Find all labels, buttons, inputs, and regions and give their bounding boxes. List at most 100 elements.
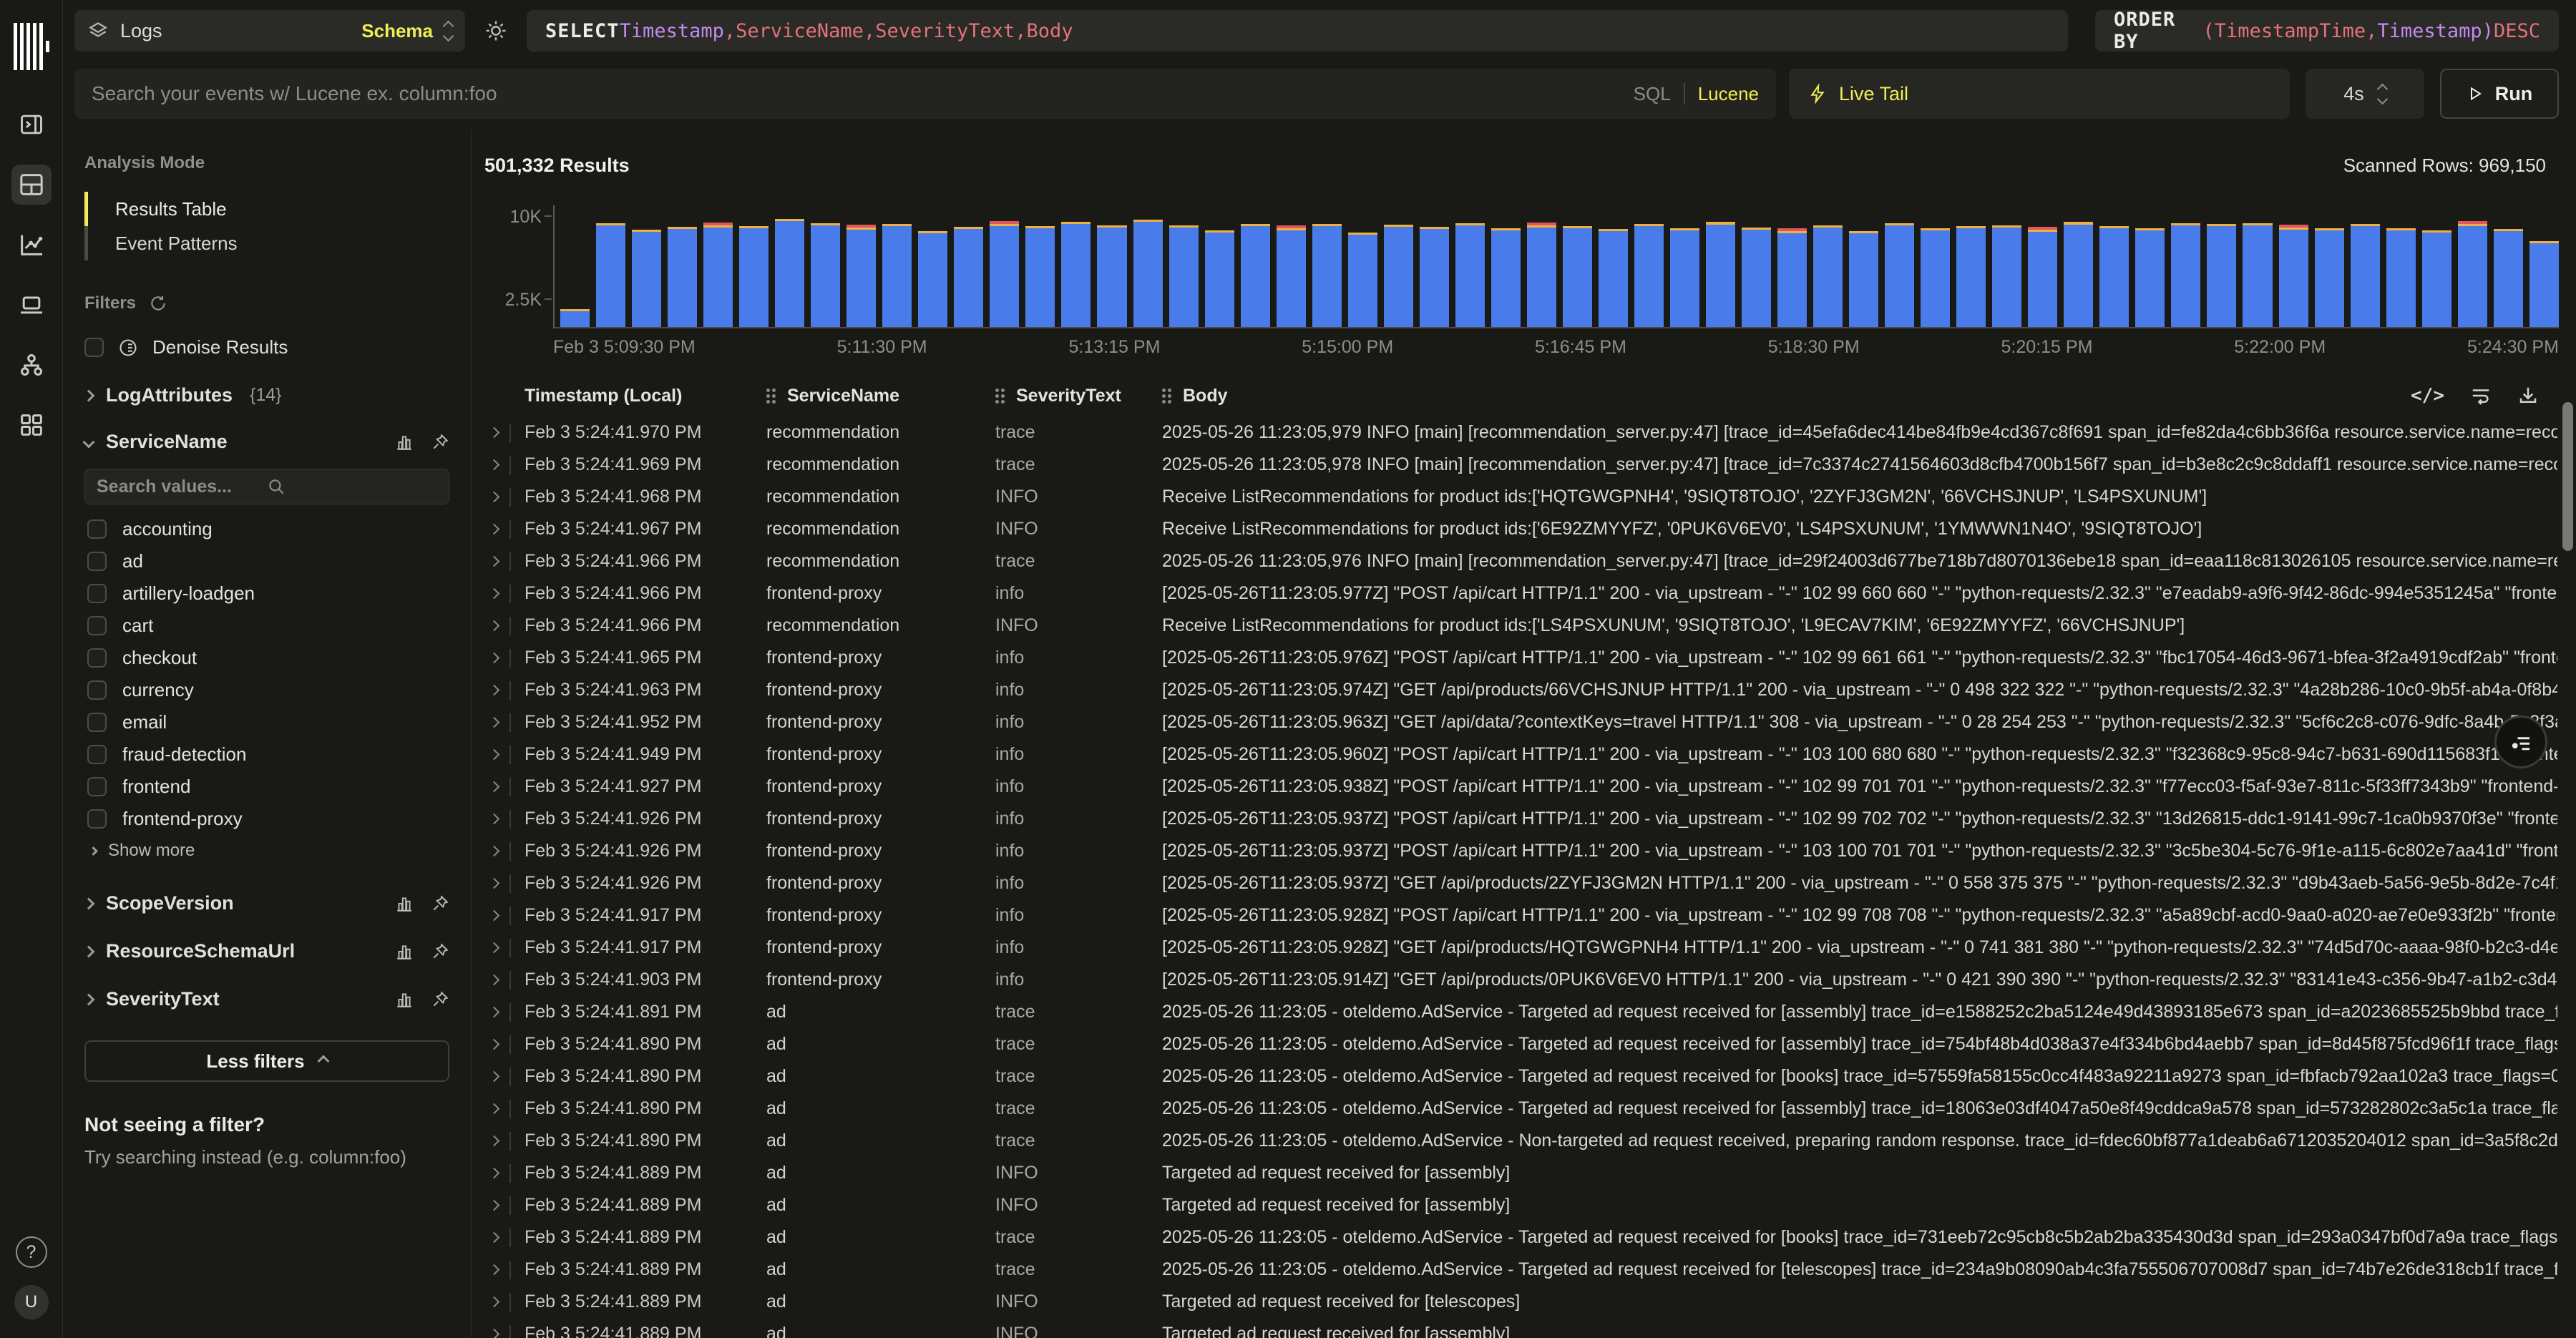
histogram-bar[interactable] [847,225,876,327]
log-row[interactable]: Feb 3 5:24:41.917 PMfrontend-proxyinfo[2… [484,932,2557,964]
histogram-bar[interactable] [1527,223,1556,327]
histogram-bar[interactable] [811,223,840,327]
column-header-timestamp[interactable]: Timestamp (Local) [525,386,766,406]
drag-handle-icon[interactable] [766,389,770,392]
pin-icon[interactable] [431,990,449,1009]
histogram-bar[interactable] [1420,227,1449,327]
service-filter-checkbox[interactable] [87,777,107,796]
service-filter-option[interactable]: frontend [84,771,449,803]
log-row[interactable]: Feb 3 5:24:41.889 PMadINFOTargeted ad re… [484,1286,2557,1318]
expand-row-icon[interactable] [489,1103,500,1115]
service-filter-option[interactable]: fraud-detection [84,738,449,771]
log-row[interactable]: Feb 3 5:24:41.966 PMfrontend-proxyinfo[2… [484,577,2557,610]
histogram-bar[interactable] [1205,230,1234,327]
results-histogram[interactable]: 10K 2.5K Feb 3 5:09:30 PM5:11:30 PM5:13:… [484,205,2576,358]
histogram-bar[interactable] [1599,229,1628,327]
expand-row-icon[interactable] [489,556,500,567]
histogram-bar[interactable] [1455,223,1485,327]
expand-row-icon[interactable] [489,653,500,664]
histogram-bar[interactable] [1277,225,1306,327]
filter-value-search-input[interactable]: Search values... [84,469,449,504]
pin-icon[interactable] [431,433,449,451]
log-row[interactable]: Feb 3 5:24:41.968 PMrecommendationINFORe… [484,481,2557,513]
histogram-bar[interactable] [1956,226,1986,327]
histogram-bar[interactable] [2386,228,2416,327]
histogram-bar[interactable] [668,227,697,327]
expand-row-icon[interactable] [489,910,500,922]
log-row[interactable]: Feb 3 5:24:41.926 PMfrontend-proxyinfo[2… [484,867,2557,899]
log-row[interactable]: Feb 3 5:24:41.970 PMrecommendationtrace2… [484,416,2557,449]
service-filter-option[interactable]: checkout [84,642,449,674]
histogram-bar[interactable] [1061,222,1091,327]
histogram-bar[interactable] [2099,226,2129,327]
drag-handle-icon[interactable] [1162,389,1166,392]
expand-row-icon[interactable] [489,717,500,728]
event-search-input[interactable]: Search your events w/ Lucene ex. column:… [74,69,1776,119]
service-filter-checkbox[interactable] [87,519,107,539]
expand-row-icon[interactable] [489,1168,500,1179]
expand-row-icon[interactable] [489,524,500,535]
less-filters-button[interactable]: Less filters [84,1040,449,1082]
histogram-bar[interactable] [739,226,769,327]
histogram-bar[interactable] [2171,223,2200,327]
log-row[interactable]: Feb 3 5:24:41.952 PMfrontend-proxyinfo[2… [484,706,2557,738]
log-row[interactable]: Feb 3 5:24:41.891 PMadtrace2025-05-26 11… [484,996,2557,1028]
histogram-bar[interactable] [2279,225,2308,327]
expand-row-icon[interactable] [489,749,500,761]
histogram-bar[interactable] [2458,221,2487,327]
expand-row-icon[interactable] [489,427,500,439]
expand-row-icon[interactable] [489,846,500,857]
expand-row-icon[interactable] [489,1329,500,1338]
log-row[interactable]: Feb 3 5:24:41.890 PMadtrace2025-05-26 11… [484,1125,2557,1157]
expand-row-icon[interactable] [489,1200,500,1211]
service-filter-option[interactable]: currency [84,674,449,706]
histogram-bar[interactable] [1133,220,1163,327]
log-row[interactable]: Feb 3 5:24:41.969 PMrecommendationtrace2… [484,449,2557,481]
expand-row-icon[interactable] [489,1232,500,1244]
histogram-bar[interactable] [1849,231,1878,327]
service-filter-checkbox[interactable] [87,713,107,732]
service-filter-checkbox[interactable] [87,648,107,668]
code-icon[interactable]: </> [2411,385,2444,406]
wrap-text-icon[interactable] [2470,385,2492,406]
dashboards-icon[interactable] [11,405,52,445]
log-row[interactable]: Feb 3 5:24:41.890 PMadtrace2025-05-26 11… [484,1093,2557,1125]
histogram-bar[interactable] [1097,225,1126,327]
histogram-bar[interactable] [1670,228,1699,327]
expand-row-icon[interactable] [489,620,500,632]
histogram-bar[interactable] [1491,228,1521,327]
histogram-bar[interactable] [1921,228,1950,327]
log-row[interactable]: Feb 3 5:24:41.966 PMrecommendationINFORe… [484,610,2557,642]
expand-row-icon[interactable] [489,878,500,889]
service-filter-option[interactable]: artillery-loadgen [84,577,449,610]
histogram-bar[interactable] [2351,224,2380,327]
histogram-bar[interactable] [560,309,590,327]
expand-row-icon[interactable] [489,1264,500,1276]
refresh-interval-select[interactable]: 4s [2306,69,2424,119]
histogram-bar[interactable] [1348,233,1377,327]
histogram-bar[interactable] [954,227,983,327]
log-row[interactable]: Feb 3 5:24:41.889 PMadINFOTargeted ad re… [484,1318,2557,1338]
service-filter-option[interactable]: frontend-proxy [84,803,449,835]
histogram-bar[interactable] [1885,223,1914,327]
log-row[interactable]: Feb 3 5:24:41.889 PMadINFOTargeted ad re… [484,1189,2557,1221]
histogram-bar[interactable] [1312,224,1342,327]
run-button[interactable]: Run [2440,69,2559,119]
histogram-bar[interactable] [2243,223,2272,327]
histogram-bar[interactable] [1384,225,1413,327]
service-map-icon[interactable] [11,345,52,385]
histogram-bar[interactable] [596,223,625,327]
log-row[interactable]: Feb 3 5:24:41.927 PMfrontend-proxyinfo[2… [484,771,2557,803]
refresh-icon[interactable] [149,294,167,313]
filter-group-logattributes[interactable]: LogAttributes {14} [84,384,449,406]
download-icon[interactable] [2517,385,2539,406]
log-row[interactable]: Feb 3 5:24:41.966 PMrecommendationtrace2… [484,545,2557,577]
histogram-bar[interactable] [2207,224,2236,327]
histogram-bar[interactable] [1706,222,1735,327]
histogram-bar[interactable] [990,221,1019,327]
histogram-bar[interactable] [1813,225,1843,327]
log-row[interactable]: Feb 3 5:24:41.889 PMadINFOTargeted ad re… [484,1157,2557,1189]
histogram-bar[interactable] [2422,230,2451,327]
expand-row-icon[interactable] [489,588,500,600]
service-filter-checkbox[interactable] [87,616,107,635]
